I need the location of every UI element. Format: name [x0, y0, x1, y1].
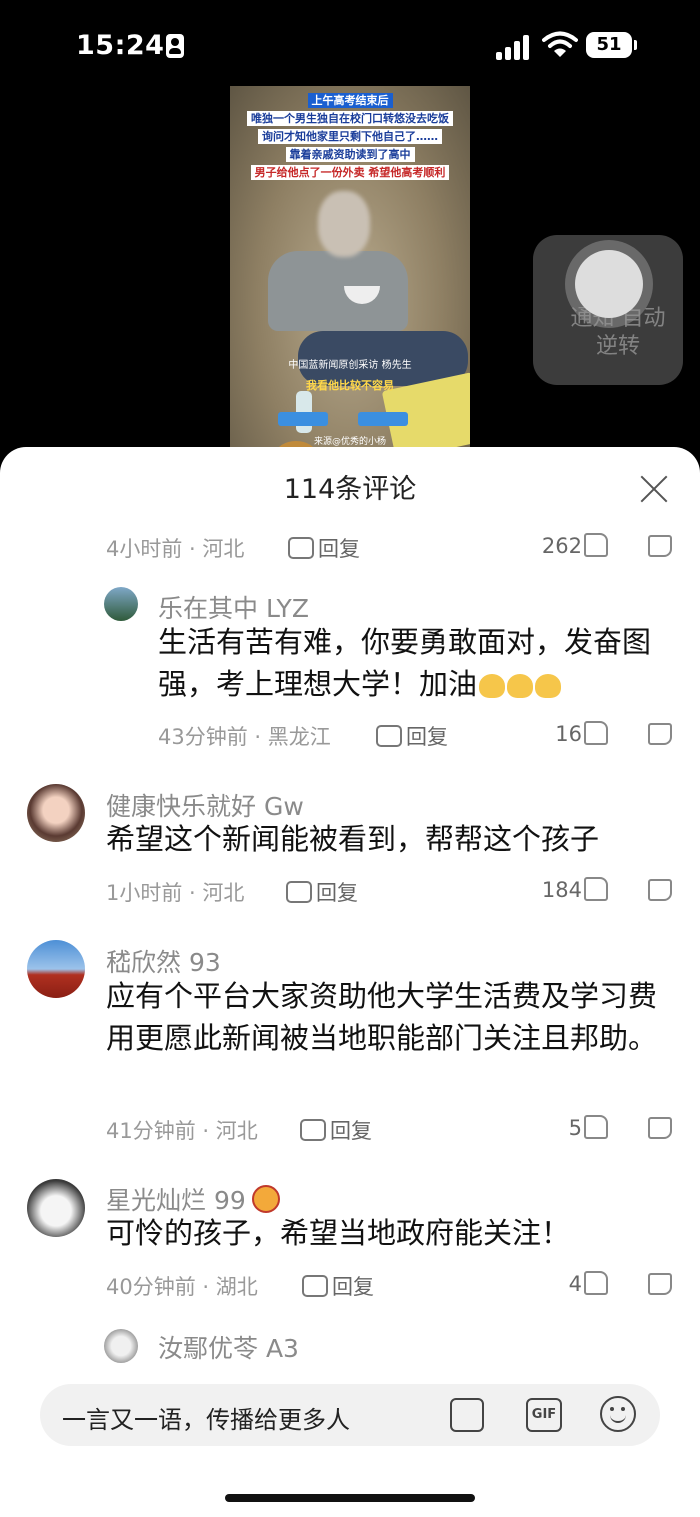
cellular-signal-icon: [496, 34, 536, 60]
emoji-icon[interactable]: [600, 1396, 636, 1432]
avatar[interactable]: [27, 940, 85, 998]
id-card-icon: [166, 34, 184, 58]
reply-button[interactable]: 回复: [302, 1271, 374, 1301]
reply-button[interactable]: 回复: [300, 1115, 372, 1145]
like-button[interactable]: 184: [508, 877, 608, 902]
comment-text: 可怜的孩子，希望当地政府能关注！: [106, 1216, 571, 1250]
comment-meta: 43分钟前 · 黑龙江: [158, 725, 331, 749]
reply-icon: [288, 537, 314, 559]
thumbs-up-icon: [584, 1271, 608, 1295]
reply-icon: [286, 881, 312, 903]
wifi-icon: [542, 31, 578, 57]
comment-username[interactable]: 嵇欣然 93: [106, 943, 221, 979]
clock: 15:24: [76, 30, 165, 61]
battery-icon: 51: [586, 32, 637, 58]
video-source: 来源@优秀的小杨: [313, 437, 386, 447]
thumbs-up-icon: [584, 1115, 608, 1139]
comment-username[interactable]: 汝鄢优苓 A3: [158, 1329, 299, 1365]
thumbs-down-icon[interactable]: [648, 1273, 672, 1295]
comment-meta: 40分钟前 · 湖北: [106, 1275, 258, 1299]
heart-emoji-icon: [477, 663, 562, 705]
reply-icon: [300, 1119, 326, 1141]
like-button[interactable]: 4: [520, 1271, 608, 1296]
like-button[interactable]: 262: [520, 533, 608, 558]
gif-icon[interactable]: GIF: [526, 1398, 562, 1432]
close-icon[interactable]: [636, 471, 672, 507]
thumbs-down-icon[interactable]: [648, 535, 672, 557]
avatar[interactable]: [104, 587, 138, 621]
thumbs-down-icon[interactable]: [648, 723, 672, 745]
video-caption: 询问才知他家里只剩下他自己了……: [230, 128, 470, 144]
reply-button[interactable]: 回复: [286, 877, 358, 907]
status-bar: 15:24 51: [0, 0, 700, 95]
comment-input[interactable]: 一言又一语，传播给更多人 GIF: [40, 1384, 660, 1446]
thumbs-up-icon: [584, 877, 608, 901]
avatar[interactable]: [27, 1179, 85, 1237]
reply-button[interactable]: 回复: [376, 721, 448, 751]
video-caption: 上午高考结束后: [230, 92, 470, 108]
thumbs-down-icon[interactable]: [648, 1117, 672, 1139]
video-caption: 靠着亲戚资助读到了高中: [230, 146, 470, 162]
medal-badge-icon: [251, 1185, 280, 1213]
video-quote: 我看他比较不容易: [306, 379, 394, 392]
avatar[interactable]: [104, 1329, 138, 1363]
comment-input-placeholder: 一言又一语，传播给更多人: [62, 1406, 350, 1434]
comments-sheet: 114条评论 4小时前 · 河北 回复 262 乐在其中 LYZ 生活有苦有难，…: [0, 447, 700, 1517]
assistive-touch-dot: [575, 250, 643, 318]
home-indicator[interactable]: [225, 1494, 475, 1502]
comment-text: 希望这个新闻能被看到，帮帮这个孩子: [106, 822, 600, 856]
comment-text: 生活有苦有难，你要勇敢面对，发奋图强，考上理想大学！加油: [158, 621, 658, 705]
comment-meta: 4小时前 · 河北: [106, 537, 245, 561]
broadcaster-logos: [278, 412, 428, 428]
comments-count-title: 114条评论: [283, 474, 417, 505]
comment-meta: 41分钟前 · 河北: [106, 1119, 258, 1143]
reply-button[interactable]: 回复: [288, 533, 360, 563]
reply-icon: [376, 725, 402, 747]
comment-meta: 1小时前 · 河北: [106, 881, 245, 905]
thumbs-up-icon: [584, 721, 608, 745]
video-player[interactable]: 上午高考结束后 唯独一个男生独自在校门口转悠没去吃饭 询问才知他家里只剩下他自己…: [230, 86, 470, 448]
comment-username[interactable]: 乐在其中 LYZ: [158, 589, 309, 625]
assistive-touch-button[interactable]: 通知 自动逆转: [533, 235, 683, 385]
avatar[interactable]: [27, 784, 85, 842]
like-button[interactable]: 16: [520, 721, 608, 746]
thumbs-up-icon: [584, 533, 608, 557]
video-caption: 唯独一个男生独自在校门口转悠没去吃饭: [230, 110, 470, 126]
like-button[interactable]: 5: [520, 1115, 608, 1140]
thumbs-down-icon[interactable]: [648, 879, 672, 901]
comment-text: 应有个平台大家资助他大学生活费及学习费用更愿此新闻被当地职能部门关注且邦助。: [106, 979, 658, 1055]
image-icon[interactable]: [450, 1398, 484, 1432]
reply-icon: [302, 1275, 328, 1297]
video-credit: 中国蓝新闻原创采访 杨先生: [288, 360, 412, 371]
video-caption: 男子给他点了一份外卖 希望他高考顺利: [230, 164, 470, 180]
